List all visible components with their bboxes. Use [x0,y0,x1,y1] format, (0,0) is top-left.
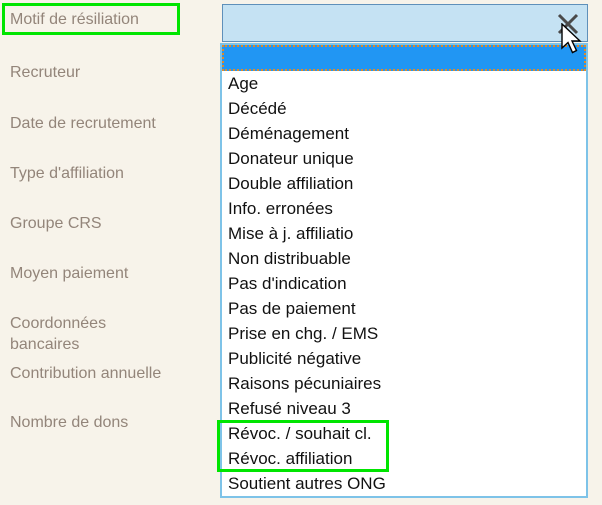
list-item[interactable]: Pas d'indication [222,271,586,296]
list-item[interactable]: Double affiliation [222,171,586,196]
list-item[interactable]: Révoc. / souhait cl. [222,421,586,446]
form-label-motif-de-resiliation: Motif de résiliation [10,11,139,28]
list-item[interactable]: Refusé niveau 3 [222,396,586,421]
list-item[interactable]: Age [222,71,586,96]
application-window: Motif de résiliation Recruteur Date de r… [0,0,602,505]
list-item[interactable]: Non distribuable [222,246,586,271]
form-label-coordonnees: Coordonnées [10,315,107,332]
list-item[interactable]: Raisons pécuniaires [222,371,586,396]
close-x-icon[interactable] [555,9,581,37]
form-label-moyen-paiement: Moyen paiement [10,265,129,282]
motif-de-resiliation-dropdown-list[interactable]: Age Décédé Déménagement Donateur unique … [220,43,588,498]
list-item[interactable]: Prise en chg. / EMS [222,321,586,346]
list-item[interactable] [222,45,586,71]
dropdown-options[interactable]: Age Décédé Déménagement Donateur unique … [222,45,586,496]
motif-de-resiliation-combobox[interactable] [222,4,588,42]
list-item[interactable]: Donateur unique [222,146,586,171]
form-label-type-d-affiliation: Type d'affiliation [10,165,124,182]
list-item[interactable]: Publicité négative [222,346,586,371]
form-label-recruteur: Recruteur [10,64,81,81]
form-label-date-de-recrutement: Date de recrutement [10,115,156,132]
form-label-bancaires: bancaires [10,336,80,353]
form-label-contribution-annuelle: Contribution annuelle [10,365,162,382]
list-item[interactable]: Pas de paiement [222,296,586,321]
list-item[interactable]: Mise à j. affiliatio [222,221,586,246]
list-item[interactable]: Révoc. affiliation [222,446,586,471]
list-item[interactable]: Décédé [222,96,586,121]
list-item[interactable]: Déménagement [222,121,586,146]
form-label-nombre-de-dons: Nombre de dons [10,414,129,431]
form-label-groupe-crs: Groupe CRS [10,215,102,232]
list-item[interactable]: Soutient autres ONG [222,471,586,496]
list-item[interactable]: Info. erronées [222,196,586,221]
